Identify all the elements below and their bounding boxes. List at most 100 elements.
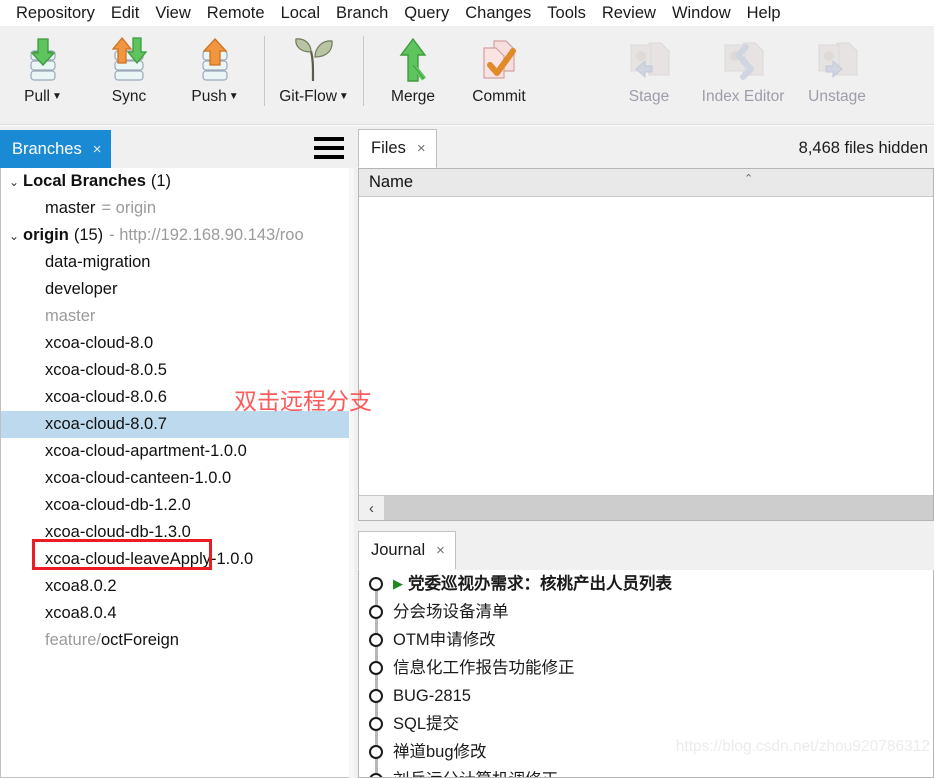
branch-item-label: xcoa-cloud-db-1.3.0	[45, 523, 191, 541]
branch-item[interactable]: developer	[1, 276, 353, 303]
main-toolbar: Pull ▼ Sync Push ▼ Git-Flow ▼ Merge Commit …	[0, 26, 934, 125]
tab-files[interactable]: Files ×	[358, 129, 437, 168]
menu-item-remote[interactable]: Remote	[199, 0, 273, 26]
close-icon[interactable]: ×	[417, 141, 426, 156]
toolbar-button-label: Sync	[111, 88, 147, 105]
journal-entry-list[interactable]: ▶ 党委巡视办需求：核桃产出人员列表分会场设备清单 OTM申请修改 信息化工作报告功能…	[358, 570, 934, 778]
expand-triangle-icon[interactable]: ▶	[393, 576, 403, 592]
branch-item[interactable]: xcoa-cloud-leaveApply-1.0.0	[1, 546, 353, 573]
toolbar-button-pull[interactable]: Pull ▼	[0, 32, 86, 118]
branch-item-label: xcoa-cloud-db-1.2.0	[45, 496, 191, 514]
branch-item-label: xcoa-cloud-leaveApply-1.0.0	[45, 550, 254, 568]
toolbar-button-sync[interactable]: Sync	[86, 32, 172, 118]
files-column-header-label: Name	[369, 173, 414, 191]
branches-tabstrip: Branches ×	[0, 126, 354, 168]
menu-item-tools[interactable]: Tools	[539, 0, 594, 26]
toolbar-button-stage: Stage	[606, 32, 692, 118]
journal-entry-label: 分会场设备清单	[393, 603, 509, 621]
merge-up-arrow-icon	[390, 32, 436, 88]
scroll-left-icon[interactable]: ‹	[359, 496, 384, 520]
toolbar-button-label: Unstage	[808, 88, 866, 105]
branch-item[interactable]: xcoa8.0.4	[1, 600, 353, 627]
toolbar-button-label: Index Editor	[701, 88, 785, 105]
journal-entry[interactable]: 分会场设备清单	[359, 598, 933, 626]
menu-item-edit[interactable]: Edit	[103, 0, 147, 26]
toolbar-button-merge[interactable]: Merge	[370, 32, 456, 118]
hamburger-menu-icon[interactable]	[314, 137, 344, 159]
menu-bar: Repository Edit View Remote Local Branch Query…	[0, 0, 934, 26]
branch-item-tracking: = origin	[101, 199, 157, 217]
files-grid[interactable]: Name ⌃ ‹	[358, 168, 934, 521]
files-panel: Files × 8,468 files hidden Name ⌃ ‹	[358, 126, 934, 521]
files-horizontal-scrollbar[interactable]: ‹	[359, 495, 933, 520]
journal-entry[interactable]: 刘兵远分计算机调修正	[359, 766, 933, 777]
journal-entry[interactable]: SQL提交	[359, 710, 933, 738]
gitkraken-app-window: Repository Edit View Remote Local Branch Query…	[0, 0, 934, 778]
menu-item-window[interactable]: Window	[664, 0, 739, 26]
branch-item-label: master	[45, 199, 96, 217]
main-content-area: Branches × ⌄ Local Branches (1) master = ori…	[0, 126, 934, 778]
toolbar-button-push[interactable]: Push ▼	[172, 32, 258, 118]
toolbar-separator	[363, 36, 364, 106]
toolbar-button-git-flow[interactable]: Git-Flow ▼	[271, 32, 357, 118]
branches-vertical-scrollbar[interactable]	[349, 168, 354, 778]
close-icon[interactable]: ×	[93, 142, 102, 157]
menu-item-repository[interactable]: Repository	[8, 0, 103, 26]
journal-entry-label: SQL提交	[393, 715, 460, 733]
branch-item[interactable]: xcoa-cloud-apartment-1.0.0	[1, 438, 353, 465]
journal-entry[interactable]: ▶ 党委巡视办需求：核桃产出人员列表	[359, 570, 933, 598]
branch-item[interactable]: xcoa-cloud-8.0.6	[1, 384, 353, 411]
menu-item-help[interactable]: Help	[739, 0, 789, 26]
branch-item-label: xcoa-cloud-apartment-1.0.0	[45, 442, 247, 460]
chevron-down-icon[interactable]: ▼	[52, 91, 62, 102]
journal-entry[interactable]: OTM申请修改	[359, 626, 933, 654]
journal-node-icon	[359, 598, 393, 626]
menu-item-changes[interactable]: Changes	[457, 0, 539, 26]
branch-item[interactable]: feature/octForeign	[1, 627, 353, 654]
menu-item-query[interactable]: Query	[396, 0, 457, 26]
branch-group-origin[interactable]: ⌄ origin (15) - http://192.168.90.143/roo	[1, 222, 353, 249]
branch-item[interactable]: xcoa-cloud-db-1.2.0	[1, 492, 353, 519]
branch-item-label: master	[45, 307, 96, 325]
journal-node-icon	[359, 682, 393, 710]
chevron-down-icon[interactable]: ▼	[229, 91, 239, 102]
toolbar-button-label: Merge	[391, 88, 435, 105]
close-icon[interactable]: ×	[436, 543, 445, 558]
branch-item-label: xcoa-cloud-canteen-1.0.0	[45, 469, 232, 487]
tab-branches[interactable]: Branches ×	[0, 130, 112, 168]
journal-entry-label: BUG-2815	[393, 687, 471, 705]
chevron-down-icon[interactable]: ▼	[339, 91, 349, 102]
chevron-down-icon[interactable]: ⌄	[5, 229, 23, 243]
branch-item[interactable]: xcoa-cloud-8.0.5	[1, 357, 353, 384]
chevron-down-icon[interactable]: ⌄	[5, 175, 23, 189]
menu-item-review[interactable]: Review	[594, 0, 664, 26]
toolbar-button-commit[interactable]: Commit	[456, 32, 542, 118]
journal-entry[interactable]: BUG-2815	[359, 682, 933, 710]
journal-panel: Journal × ▶ 党委巡视办需求：核桃产出人员列表分会场设备清单 OTM申请修…	[358, 528, 934, 778]
branches-tree[interactable]: ⌄ Local Branches (1) master = origin ⌄ origin(…	[0, 168, 354, 778]
branch-group-label: origin	[23, 226, 69, 244]
branch-item[interactable]: xcoa8.0.2	[1, 573, 353, 600]
branch-item[interactable]: xcoa-cloud-8.0	[1, 330, 353, 357]
toolbar-button-label: Pull ▼	[24, 88, 62, 105]
menu-item-branch[interactable]: Branch	[328, 0, 396, 26]
toolbar-button-label: Commit	[472, 88, 526, 105]
branch-group-label: Local Branches	[23, 172, 146, 190]
menu-item-view[interactable]: View	[147, 0, 198, 26]
journal-entry[interactable]: 禅道bug修改	[359, 738, 933, 766]
tab-journal[interactable]: Journal ×	[358, 531, 456, 570]
branch-item[interactable]: xcoa-cloud-db-1.3.0	[1, 519, 353, 546]
branch-item[interactable]: xcoa-cloud-8.0.7	[1, 411, 353, 438]
journal-node-icon	[359, 570, 393, 598]
branch-item[interactable]: data-migration	[1, 249, 353, 276]
git-flow-sprout-icon	[289, 32, 339, 88]
menu-item-local[interactable]: Local	[273, 0, 328, 26]
branch-item[interactable]: master	[1, 303, 353, 330]
branch-group-local-branches[interactable]: ⌄ Local Branches (1)	[1, 168, 353, 195]
branch-item[interactable]: xcoa-cloud-canteen-1.0.0	[1, 465, 353, 492]
files-column-header-name[interactable]: Name ⌃	[359, 169, 933, 197]
journal-entry[interactable]: 信息化工作报告功能修正	[359, 654, 933, 682]
files-hidden-count: 8,468 files hidden	[798, 139, 928, 157]
journal-node-icon	[359, 738, 393, 766]
branch-item[interactable]: master = origin	[1, 195, 353, 222]
